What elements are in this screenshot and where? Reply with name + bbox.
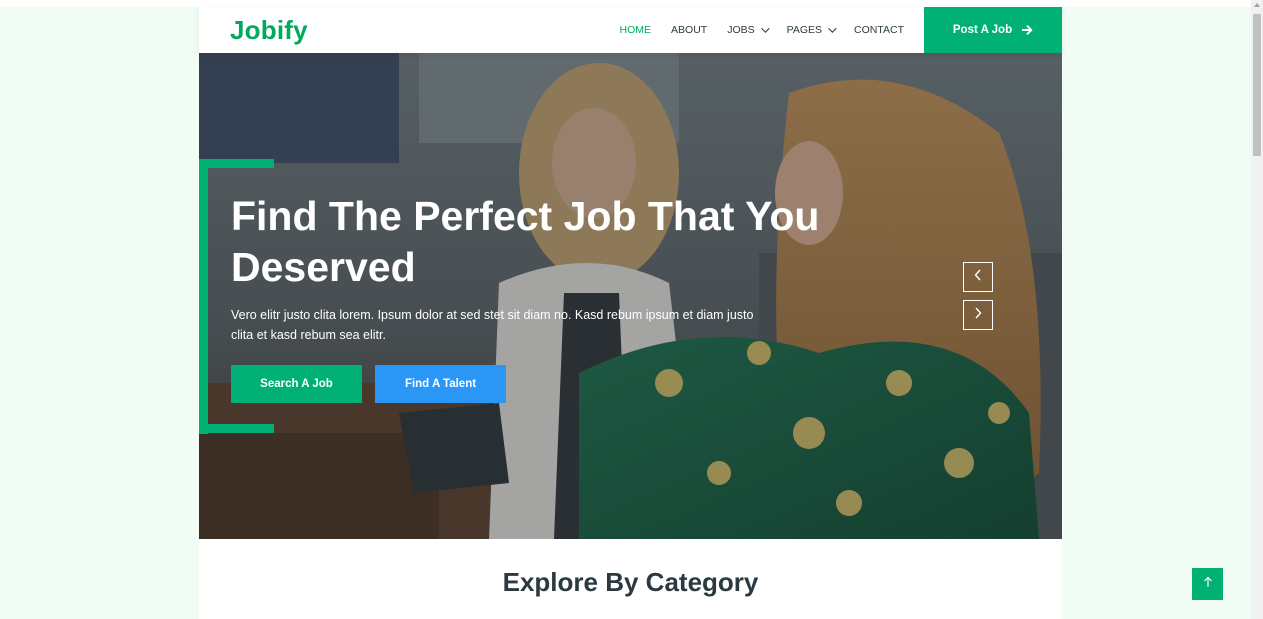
nav-item-label: HOME (619, 24, 652, 36)
scrollbar[interactable] (1251, 0, 1263, 619)
nav-item-jobs[interactable]: JOBS (727, 24, 770, 36)
chevron-down-icon (828, 24, 837, 33)
carousel-next-button[interactable] (963, 300, 993, 330)
find-talent-button[interactable]: Find A Talent (375, 365, 506, 403)
nav-item-home[interactable]: HOME (620, 24, 652, 36)
nav-item-about[interactable]: ABOUT (671, 24, 707, 36)
hero-frame-bottom (199, 424, 274, 433)
nav-item-contact[interactable]: CONTACT (854, 24, 904, 36)
navbar: Jobify HOME ABOUT JOBS PAGES CONTACT Pos… (199, 7, 1062, 53)
hero-overlay (199, 53, 1062, 539)
nav-item-label: CONTACT (854, 24, 904, 36)
page: Jobify HOME ABOUT JOBS PAGES CONTACT Pos… (0, 0, 1263, 619)
chevron-right-icon (973, 306, 983, 324)
section-title: Explore By Category (502, 567, 759, 597)
hero-title: Find The Perfect Job That You Deserved (231, 193, 820, 290)
scrollbar-thumb[interactable] (1253, 14, 1261, 156)
chevron-down-icon (760, 24, 770, 33)
post-job-label: Post A Job (952, 24, 1013, 36)
nav-item-label: ABOUT (671, 24, 708, 36)
carousel-prev-button[interactable] (963, 262, 993, 292)
scroll-up-arrow-icon[interactable] (1254, 3, 1260, 7)
nav-item-label: PAGES (786, 24, 823, 36)
top-strip (0, 0, 1263, 7)
hero-description: Vero elitr justo clita lorem. Ipsum dolo… (231, 308, 754, 342)
back-to-top-button[interactable] (1192, 568, 1223, 600)
hero-frame-left (199, 159, 208, 434)
chevron-left-icon (973, 268, 983, 286)
search-job-button[interactable]: Search A Job (231, 365, 362, 403)
brand-logo[interactable]: Jobify (230, 15, 308, 46)
nav-item-pages[interactable]: PAGES (786, 24, 837, 36)
nav-links: HOME ABOUT JOBS PAGES CONTACT (620, 7, 904, 53)
arrow-right-icon (1022, 25, 1033, 35)
arrow-up-icon (1203, 575, 1213, 593)
hero-carousel: Find The Perfect Job That You Deserved V… (199, 53, 1062, 539)
main-container: Jobify HOME ABOUT JOBS PAGES CONTACT Pos… (199, 7, 1062, 619)
post-job-button[interactable]: Post A Job (924, 7, 1062, 53)
nav-item-label: JOBS (727, 24, 755, 36)
hero-frame-top (199, 159, 274, 168)
